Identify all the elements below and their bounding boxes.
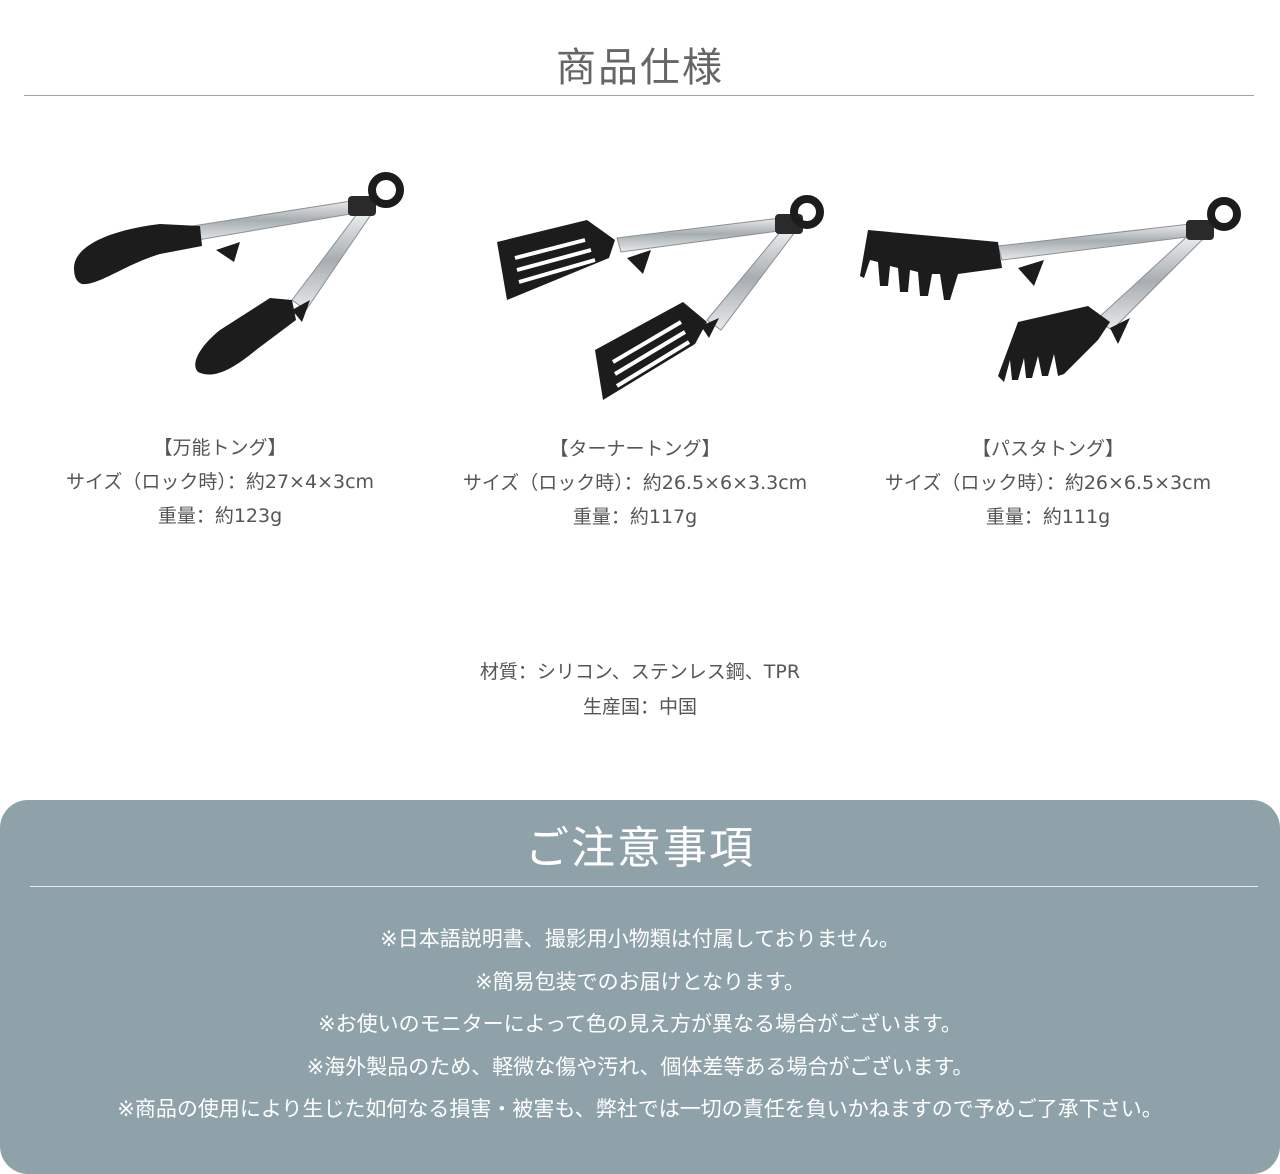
product-name: 【ターナートング】 xyxy=(549,438,721,460)
notice-panel: ご注意事項 ※日本語説明書、撮影用小物類は付属しておりません。 ※簡易包装でのお… xyxy=(0,800,1280,1174)
notice-item: ※簡易包装でのお届けとなります。 xyxy=(475,969,805,994)
product-card-universal-tongs: 【万能トング】 サイズ（ロック時）：約27×4×3cm 重量：約123g xyxy=(10,150,430,533)
notice-item: ※日本語説明書、撮影用小物類は付属しておりません。 xyxy=(380,927,900,951)
product-weight: 重量：約117g xyxy=(572,506,698,528)
product-card-turner-tongs: 【ターナートング】 サイズ（ロック時）：約26.5×6×3.3cm 重量：約11… xyxy=(425,150,845,534)
product-card-pasta-tongs: 【パスタトング】 サイズ（ロック時）：約26×6.5×3cm 重量：約111g xyxy=(838,150,1258,534)
notice-item: ※お使いのモニターによって色の見え方が異なる場合がございます。 xyxy=(318,1012,962,1036)
notice-list: ※日本語説明書、撮影用小物類は付属しておりません。 ※簡易包装でのお届けとなりま… xyxy=(0,918,1280,1131)
spec-title-divider xyxy=(24,95,1254,96)
material-text: 材質：シリコン、ステンレス鋼、TPR xyxy=(479,661,801,683)
materials-info: 材質：シリコン、ステンレス鋼、TPR 生産国：中国 xyxy=(0,655,1280,725)
universal-tongs-image xyxy=(74,172,404,375)
notice-item: ※商品の使用により生じた如何なる損害・被害も、弊社では一切の責任を負いかねますの… xyxy=(117,1097,1163,1121)
notice-divider xyxy=(30,886,1258,887)
product-name: 【万能トング】 xyxy=(153,437,287,459)
product-name: 【パスタトング】 xyxy=(971,438,1124,460)
origin-text: 生産国：中国 xyxy=(582,696,697,718)
spec-section-title: 商品仕様 xyxy=(556,45,724,91)
product-weight: 重量：約111g xyxy=(985,506,1111,528)
product-size: サイズ（ロック時）：約27×4×3cm xyxy=(65,471,375,493)
notice-title: ご注意事項 xyxy=(525,823,755,874)
product-size: サイズ（ロック時）：約26.5×6×3.3cm xyxy=(462,472,808,494)
product-weight: 重量：約123g xyxy=(157,505,283,527)
turner-tongs-image xyxy=(497,195,824,400)
notice-item: ※海外製品のため、軽微な傷や汚れ、個体差等ある場合がございます。 xyxy=(306,1054,974,1079)
pasta-tongs-image xyxy=(860,197,1241,382)
product-size: サイズ（ロック時）：約26×6.5×3cm xyxy=(884,472,1212,494)
